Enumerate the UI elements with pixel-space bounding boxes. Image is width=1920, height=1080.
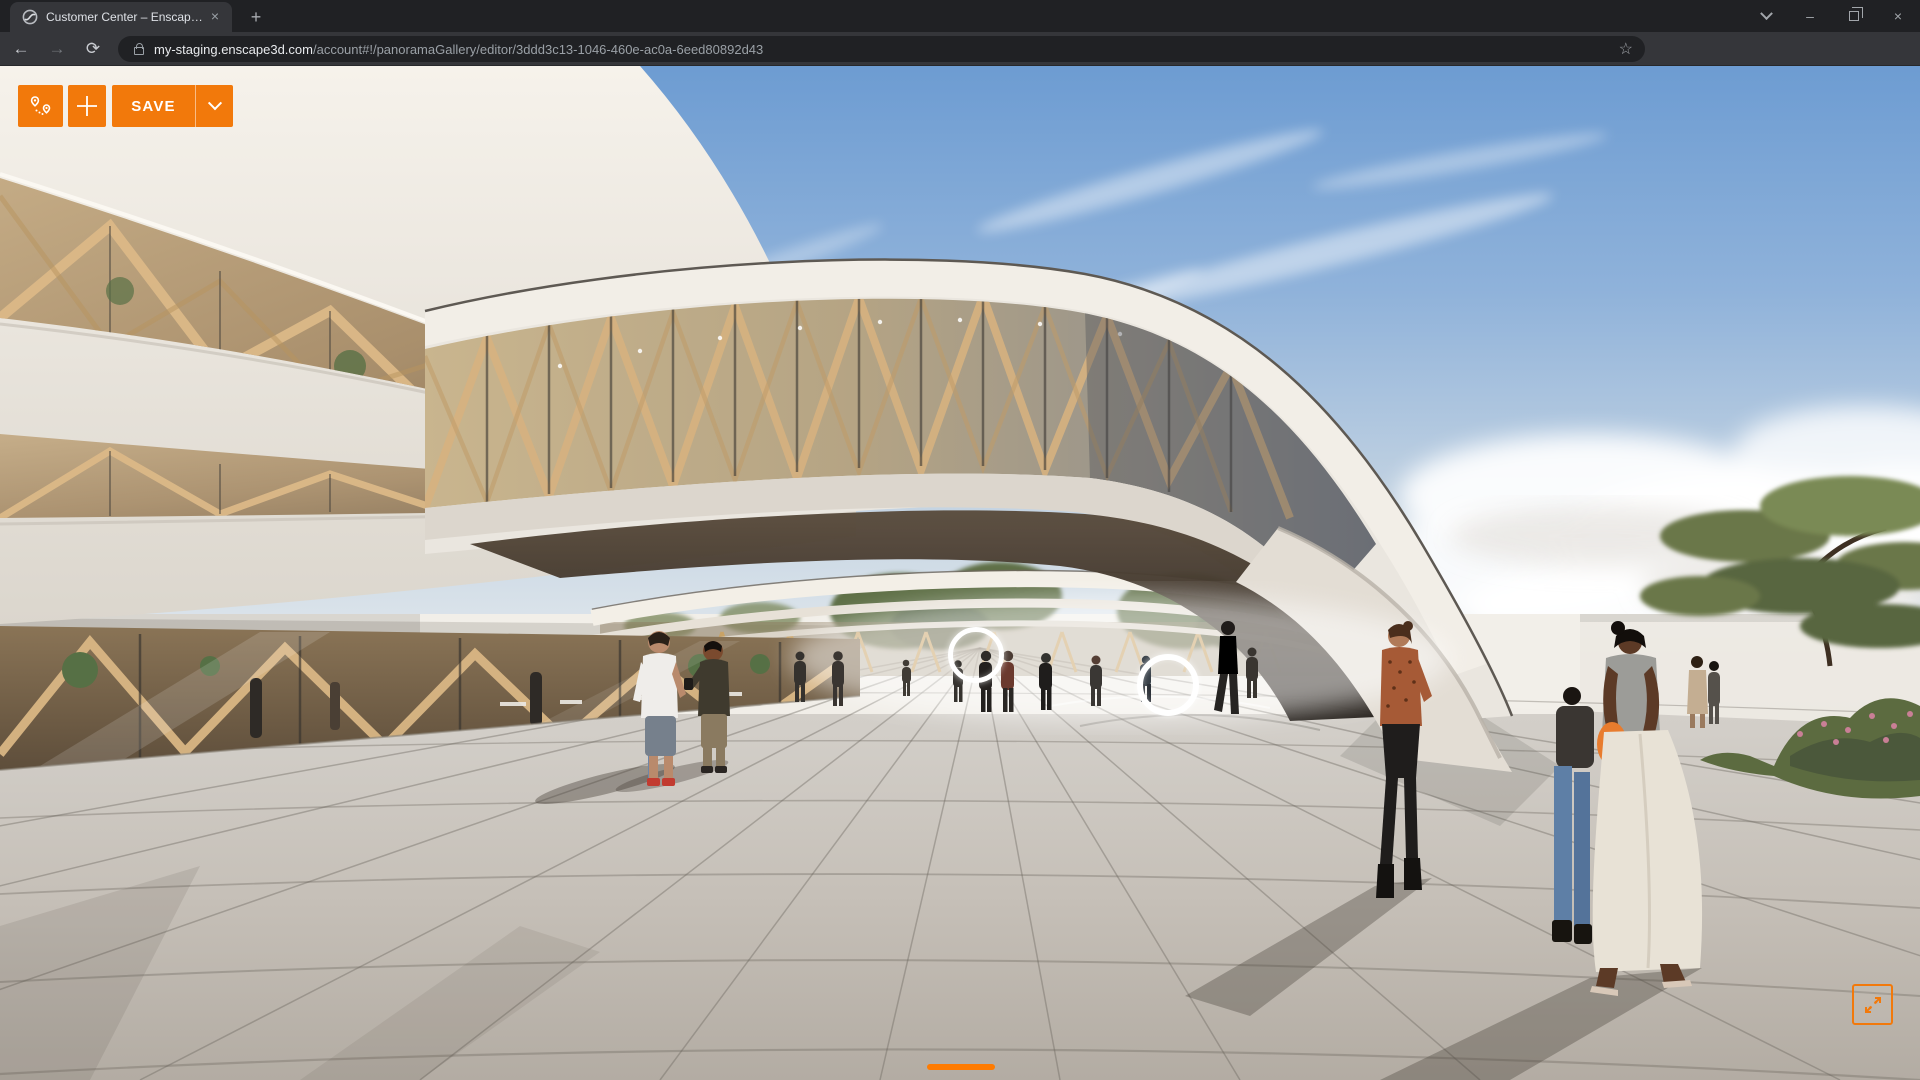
window-minimize-button[interactable]: –: [1788, 0, 1832, 32]
fullscreen-expand-icon: [1862, 994, 1884, 1016]
url-domain: my-staging.enscape3d.com: [154, 42, 313, 57]
browser-tab[interactable]: Customer Center – Enscape™ ×: [10, 2, 232, 32]
editor-toolbar: SAVE: [18, 85, 233, 127]
new-tab-button[interactable]: +: [244, 6, 268, 30]
fullscreen-button[interactable]: [1852, 984, 1893, 1025]
restore-icon: [1849, 11, 1859, 21]
address-bar[interactable]: my-staging.enscape3d.com/account#!/panor…: [118, 36, 1645, 62]
save-button[interactable]: SAVE: [112, 85, 233, 127]
panorama-scene: [0, 66, 1920, 1080]
forward-button[interactable]: →: [42, 35, 72, 63]
window-restore-button[interactable]: [1832, 0, 1876, 32]
url-path: /account#!/panoramaGallery/editor/3ddd3c…: [313, 42, 763, 57]
tab-title: Customer Center – Enscape™: [46, 10, 206, 24]
window-controls: – ×: [1744, 0, 1920, 32]
gallery-strip-indicator[interactable]: [927, 1064, 995, 1070]
tab-strip: Customer Center – Enscape™ × + – ×: [0, 0, 1920, 32]
panorama-hotspot-1[interactable]: [948, 627, 1004, 683]
tab-close-icon[interactable]: ×: [206, 8, 224, 26]
sun-glare: [790, 594, 1450, 722]
add-button[interactable]: [68, 85, 106, 127]
save-label: SAVE: [112, 85, 195, 127]
enscape-favicon-icon: [22, 9, 38, 25]
tour-path-button[interactable]: [18, 85, 63, 127]
chevron-down-icon: [207, 96, 221, 110]
url-text: my-staging.enscape3d.com/account#!/panor…: [154, 42, 1609, 57]
lock-icon[interactable]: [134, 47, 144, 55]
window-menu-button[interactable]: [1744, 0, 1788, 32]
bookmark-star-icon[interactable]: ☆: [1619, 39, 1633, 59]
back-button[interactable]: ←: [6, 35, 36, 63]
browser-window: Customer Center – Enscape™ × + – × ← → ⟳…: [0, 0, 1920, 1080]
save-dropdown-button[interactable]: [196, 85, 233, 127]
panorama-viewport[interactable]: SAVE: [0, 66, 1920, 1080]
reload-button[interactable]: ⟳: [78, 35, 108, 63]
route-pins-icon: [28, 93, 54, 119]
navigation-bar: ← → ⟳ my-staging.enscape3d.com/account#!…: [0, 32, 1920, 66]
chevron-down-icon: [1760, 7, 1773, 20]
panorama-hotspot-2[interactable]: [1137, 654, 1199, 716]
plus-icon: [75, 94, 99, 118]
window-close-button[interactable]: ×: [1876, 0, 1920, 32]
